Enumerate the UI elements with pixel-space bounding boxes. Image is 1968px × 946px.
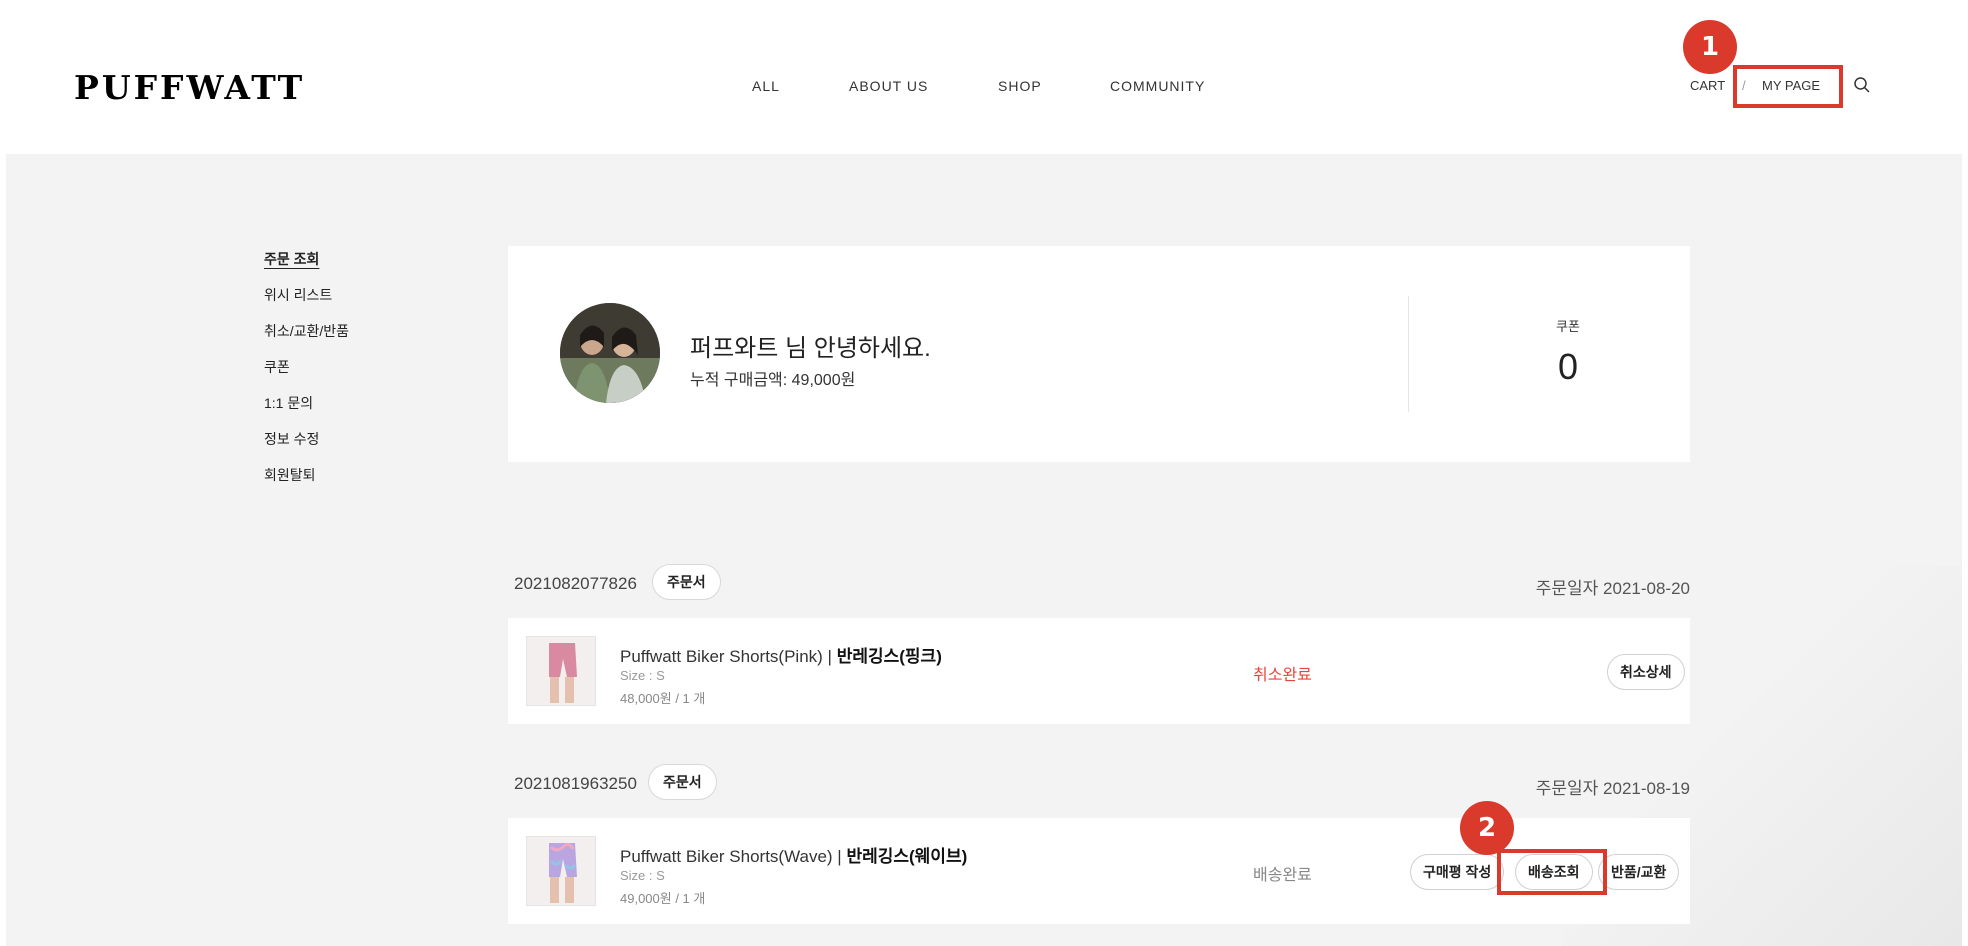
order-date-label: 주문일자 (1535, 579, 1599, 598)
order-date: 주문일자 2021-08-20 (1536, 574, 1690, 599)
greeting-text: 퍼프와트 님 안녕하세요. (690, 335, 931, 362)
nav-all[interactable]: ALL (752, 78, 780, 94)
step-marker-1: 1 (1683, 20, 1737, 74)
order-header: 2021081963250 주문서 주문일자 2021-08-19 (508, 764, 1690, 804)
order-date-value: 2021-08-19 (1603, 779, 1690, 798)
mypage-sidebar: 주문 조회 위시 리스트 취소/교환/반품 쿠폰 1:1 문의 정보 수정 회원… (264, 250, 349, 502)
return-exchange-button[interactable]: 반품/교환 (1598, 854, 1680, 890)
order-status: 배송완료 (1253, 867, 1312, 884)
product-name[interactable]: Puffwatt Biker Shorts(Pink) | 반레깅스(핑크) (620, 642, 942, 667)
main-nav: ALL ABOUT US SHOP COMMUNITY (0, 78, 1968, 98)
product-name-ko: 반레깅스(웨이브) (846, 847, 968, 866)
nav-about-us[interactable]: ABOUT US (849, 78, 928, 94)
sidebar-item-inquiry[interactable]: 1:1 문의 (264, 394, 349, 412)
order-date-label: 주문일자 (1535, 779, 1599, 798)
cancel-detail-button[interactable]: 취소상세 (1607, 654, 1685, 690)
order-number: 2021082077826 (514, 574, 637, 593)
divider (1408, 296, 1409, 412)
product-price: 48,000원 / 1 개 (620, 691, 706, 706)
product-thumbnail[interactable] (526, 636, 596, 706)
order-sheet-button[interactable]: 주문서 (652, 564, 721, 600)
product-price: 49,000원 / 1 개 (620, 891, 706, 906)
product-size: Size : S (620, 868, 665, 883)
coupon-count[interactable]: 0 (1538, 346, 1598, 388)
nav-community[interactable]: COMMUNITY (1110, 78, 1205, 94)
sidebar-item-order-lookup[interactable]: 주문 조회 (264, 250, 349, 268)
mypage-content: 주문 조회 위시 리스트 취소/교환/반품 쿠폰 1:1 문의 정보 수정 회원… (6, 154, 1962, 946)
product-name[interactable]: Puffwatt Biker Shorts(Wave) | 반레깅스(웨이브) (620, 842, 967, 867)
search-icon[interactable] (1853, 76, 1871, 94)
write-review-button[interactable]: 구매평 작성 (1410, 854, 1505, 890)
coupon-label: 쿠폰 (1556, 319, 1580, 334)
site-header: PUFFWATT ALL ABOUT US SHOP COMMUNITY CAR… (0, 0, 1968, 154)
highlight-box-my-page (1733, 65, 1843, 108)
order-header: 2021082077826 주문서 주문일자 2021-08-20 (508, 564, 1690, 604)
sidebar-item-withdraw[interactable]: 회원탈퇴 (264, 466, 349, 484)
profile-card: 퍼프와트 님 안녕하세요. 누적 구매금액: 49,000원 쿠폰 0 (508, 246, 1690, 462)
order-date-value: 2021-08-20 (1603, 579, 1690, 598)
product-name-en: Puffwatt Biker Shorts(Pink) | (620, 647, 837, 666)
avatar (560, 303, 660, 403)
sidebar-item-wishlist[interactable]: 위시 리스트 (264, 286, 349, 304)
product-size: Size : S (620, 668, 665, 683)
sidebar-item-cancel-exchange-return[interactable]: 취소/교환/반품 (264, 322, 349, 340)
order-item-row: Puffwatt Biker Shorts(Pink) | 반레깅스(핑크) S… (508, 618, 1690, 724)
sidebar-item-edit-info[interactable]: 정보 수정 (264, 430, 349, 448)
cart-link[interactable]: CART (1690, 78, 1725, 93)
highlight-box-track-delivery (1497, 849, 1607, 895)
sidebar-item-coupon[interactable]: 쿠폰 (264, 358, 349, 376)
order-status: 취소완료 (1253, 667, 1312, 684)
product-thumbnail[interactable] (526, 836, 596, 906)
step-marker-2: 2 (1460, 801, 1514, 855)
order-number: 2021081963250 (514, 774, 637, 793)
order-sheet-button[interactable]: 주문서 (648, 764, 717, 800)
order-date: 주문일자 2021-08-19 (1536, 774, 1690, 799)
nav-shop[interactable]: SHOP (998, 78, 1042, 94)
product-name-en: Puffwatt Biker Shorts(Wave) | (620, 847, 847, 866)
total-purchase-amount: 누적 구매금액: 49,000원 (690, 372, 856, 389)
product-name-ko: 반레깅스(핑크) (836, 647, 942, 666)
